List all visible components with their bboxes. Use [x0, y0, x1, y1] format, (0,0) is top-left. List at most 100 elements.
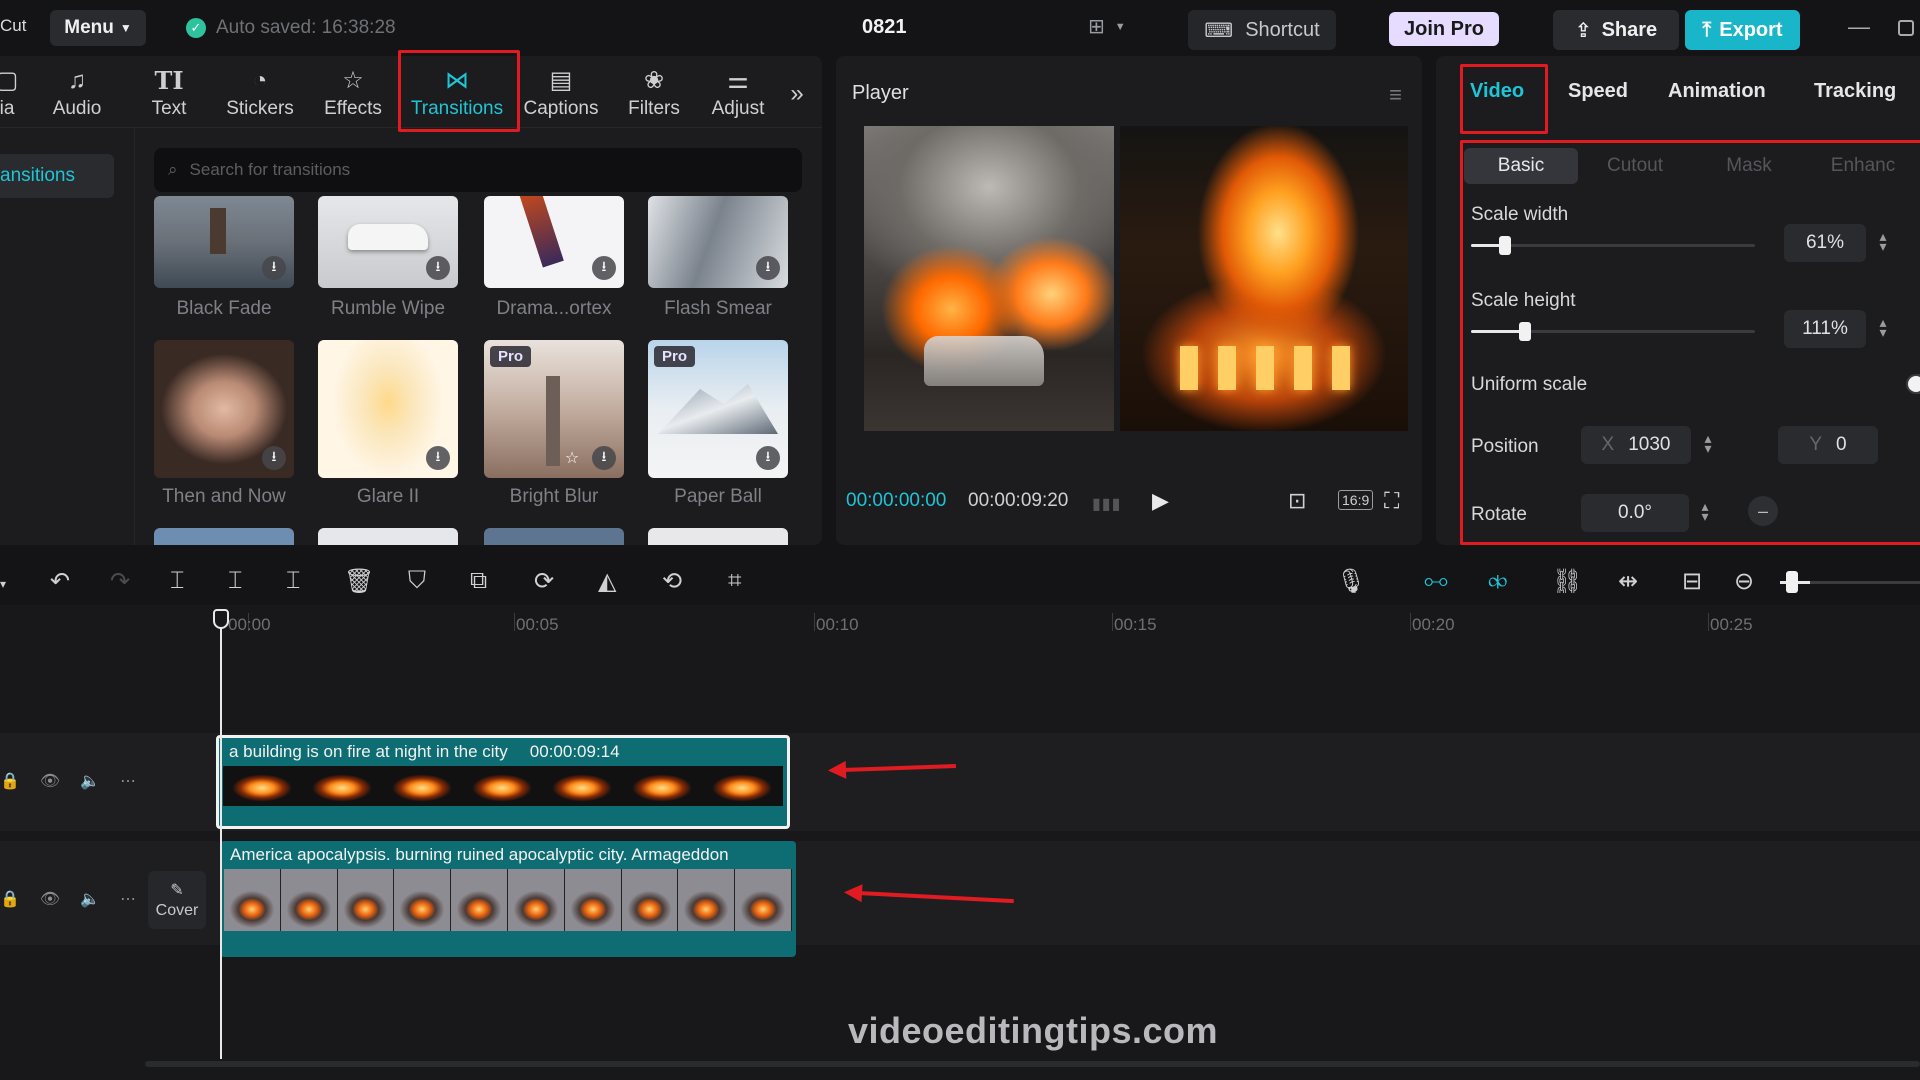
sidebar-item-transitions[interactable]: ansitions — [0, 154, 114, 198]
insert-icon[interactable]: ⇹ — [1618, 567, 1638, 596]
export-button[interactable]: ⤒ Export — [1685, 10, 1800, 50]
fit-screen-icon[interactable]: ⊡ — [1288, 488, 1306, 514]
lock-icon[interactable]: 🔒 — [0, 771, 20, 791]
tab-captions[interactable]: ▤ Captions — [518, 62, 604, 126]
magnet-icon[interactable]: ⧞ — [1488, 567, 1508, 595]
position-y-input[interactable]: Y 0 — [1778, 426, 1878, 464]
transition-tile-drama-vortex[interactable]: ⭳ — [484, 196, 624, 288]
transition-tile-partial[interactable] — [154, 528, 294, 545]
scale-height-input[interactable]: 111% — [1784, 310, 1866, 348]
tab-speed[interactable]: Speed — [1568, 80, 1628, 103]
shortcut-button[interactable]: ⌨ Shortcut — [1188, 10, 1336, 50]
split-left-icon[interactable]: ⌶ — [228, 567, 242, 595]
snap-icon[interactable]: ⧟ — [1424, 567, 1448, 595]
tab-tracking[interactable]: Tracking — [1814, 80, 1896, 103]
slider-handle[interactable] — [1519, 322, 1531, 341]
zoom-slider-handle[interactable] — [1786, 571, 1798, 593]
stepper-icon[interactable]: ▴ ▾ — [1876, 229, 1890, 253]
speaker-icon[interactable]: 🔈 — [80, 771, 100, 791]
speaker-icon[interactable]: 🔈 — [80, 889, 100, 909]
timeline[interactable]: 00:00 00:05 00:10 00:15 00:20 00:25 🔒 👁 … — [0, 605, 1920, 1080]
project-title[interactable]: 0821 — [862, 16, 907, 39]
tab-text[interactable]: TI Text — [134, 62, 204, 126]
share-button[interactable]: ⇪ Share — [1553, 10, 1679, 50]
download-icon[interactable]: ⭳ — [592, 446, 616, 470]
crop-icon[interactable]: ⌗ — [728, 567, 742, 595]
tab-filters[interactable]: ❀ Filters — [616, 62, 692, 126]
video-preview[interactable] — [864, 126, 1408, 431]
transition-tile-partial[interactable] — [648, 528, 788, 545]
lock-icon[interactable]: 🔒 — [0, 889, 20, 909]
rotate-icon[interactable]: ⟲ — [662, 567, 682, 596]
chevron-down-icon[interactable]: ▾ — [0, 577, 6, 591]
tab-audio[interactable]: ♫ Audio — [40, 62, 114, 126]
maximize-icon[interactable] — [1898, 20, 1914, 36]
split-right-icon[interactable]: ⌶ — [286, 567, 300, 595]
scale-height-slider[interactable] — [1471, 322, 1755, 341]
stepper-icon[interactable]: ▴ ▾ — [1876, 315, 1890, 339]
split-icon[interactable]: ⌶ — [170, 567, 184, 595]
undo-icon[interactable]: ↶ — [50, 567, 70, 596]
eye-icon[interactable]: 👁 — [40, 889, 60, 909]
mirror-icon[interactable]: ◭ — [598, 567, 616, 596]
subtab-basic[interactable]: Basic — [1464, 148, 1578, 184]
rotate-input[interactable]: 0.0° — [1581, 494, 1689, 532]
aspect-ratio-button[interactable]: 16:9 — [1338, 490, 1374, 510]
scale-width-slider[interactable] — [1471, 236, 1755, 255]
microphone-icon[interactable]: 🎙 — [1336, 567, 1366, 596]
cover-button[interactable]: ✎ Cover — [148, 871, 206, 929]
transition-tile-black-fade[interactable]: ⭳ — [154, 196, 294, 288]
star-icon[interactable]: ☆ — [560, 446, 584, 470]
tab-adjust[interactable]: ⚌ Adjust — [700, 62, 776, 126]
reverse-icon[interactable]: ⟳ — [534, 567, 554, 596]
transition-tile-glare-ii[interactable]: ⭳ — [318, 340, 458, 478]
download-icon[interactable]: ⭳ — [262, 256, 286, 280]
download-icon[interactable]: ⭳ — [426, 446, 450, 470]
uniform-scale-toggle[interactable] — [1906, 374, 1920, 394]
tab-media[interactable]: ▢ ia — [0, 62, 22, 126]
search-input[interactable]: Search for transitions — [190, 160, 351, 180]
delete-icon[interactable]: 🗑 — [344, 567, 374, 596]
more-icon[interactable]: ⋯ — [120, 771, 136, 791]
transition-tile-then-and-now[interactable]: ⭳ — [154, 340, 294, 478]
playhead-handle[interactable] — [213, 609, 229, 629]
layout-button[interactable]: ⊞ ▼ — [1088, 14, 1126, 39]
transition-tile-flash-smear[interactable]: ⭳ — [648, 196, 788, 288]
transition-tile-bright-blur[interactable]: Pro ☆ ⭳ — [484, 340, 624, 478]
transition-tile-rumble-wipe[interactable]: ⭳ — [318, 196, 458, 288]
minimize-icon[interactable]: — — [1848, 14, 1870, 40]
download-icon[interactable]: ⭳ — [426, 256, 450, 280]
transition-tile-partial[interactable] — [484, 528, 624, 545]
transition-tile-paper-ball[interactable]: Pro ⭳ — [648, 340, 788, 478]
preview-icon[interactable]: ⊟ — [1682, 567, 1702, 596]
fullscreen-icon[interactable]: ⛶ — [1384, 488, 1399, 514]
scale-width-input[interactable]: 61% — [1784, 224, 1866, 262]
shield-icon[interactable]: ⛉ — [408, 567, 426, 595]
subtab-mask[interactable]: Mask — [1692, 148, 1806, 184]
stepper-icon[interactable]: ▴ ▾ — [1698, 499, 1712, 523]
tab-stickers[interactable]: ◔ Stickers — [218, 62, 302, 126]
download-icon[interactable]: ⭳ — [756, 446, 780, 470]
download-icon[interactable]: ⭳ — [262, 446, 286, 470]
zoom-out-icon[interactable]: ⊖ — [1734, 567, 1754, 596]
menu-button[interactable]: Menu ▼ — [50, 10, 146, 46]
timeline-scrollbar[interactable] — [145, 1061, 1920, 1067]
download-icon[interactable]: ⭳ — [756, 256, 780, 280]
subtab-cutout[interactable]: Cutout — [1578, 148, 1692, 184]
tab-animation[interactable]: Animation — [1668, 80, 1766, 103]
stepper-icon[interactable]: ▴ ▾ — [1701, 431, 1715, 455]
video-clip-apocalypse[interactable]: America apocalypsis. burning ruined apoc… — [220, 841, 796, 957]
transition-tile-partial[interactable] — [318, 528, 458, 545]
link-icon[interactable]: ⛓ — [1552, 567, 1582, 596]
position-x-input[interactable]: X 1030 — [1581, 426, 1691, 464]
subtab-enhance[interactable]: Enhanc — [1806, 148, 1920, 184]
download-icon[interactable]: ⭳ — [592, 256, 616, 280]
slider-handle[interactable] — [1499, 236, 1511, 255]
tab-effects[interactable]: ☆ Effects — [316, 62, 390, 126]
more-icon[interactable]: ⋯ — [120, 889, 136, 909]
search-field[interactable]: ⌕ Search for transitions — [154, 148, 802, 192]
more-tabs-button[interactable]: » — [782, 62, 812, 126]
timeline-grid-icon[interactable]: ▮▮▮ — [1092, 494, 1121, 514]
play-button[interactable]: ▶ — [1152, 488, 1169, 514]
eye-icon[interactable]: 👁 — [40, 771, 60, 791]
